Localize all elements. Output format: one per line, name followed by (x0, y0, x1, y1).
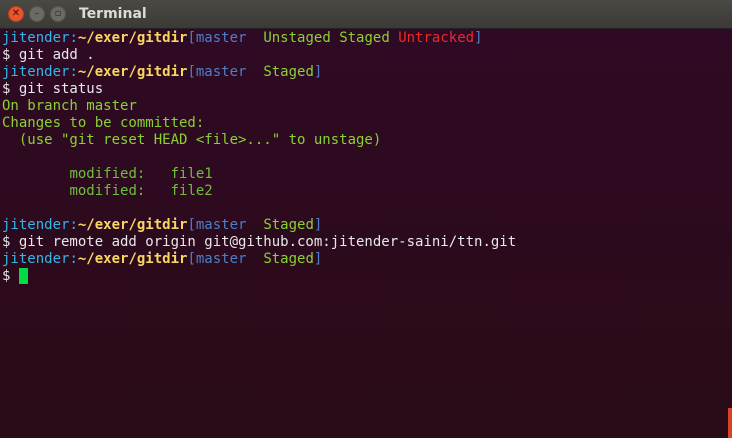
command-line: $ git add . (2, 47, 732, 64)
terminal-window: ✕ – ▫ Terminal jitender:~/exer/gitdir[ma… (0, 0, 732, 438)
prompt-line: jitender:~/exer/gitdir[master Staged] (2, 217, 732, 234)
output-line: Changes to be committed: (2, 115, 205, 131)
modified-line: modified: file1 (2, 166, 732, 183)
command-text: git status (18, 81, 104, 97)
prompt-user: jitender (2, 217, 70, 233)
prompt-user: jitender (2, 251, 70, 267)
git-branch: [master (187, 30, 264, 46)
dollar-sign: $ (2, 234, 19, 250)
prompt-sep: : (69, 217, 78, 233)
close-icon: ✕ (11, 8, 21, 19)
git-close: ] (474, 30, 483, 46)
command-text: git remote add origin git@github.com:jit… (18, 234, 517, 250)
modified-label: modified: (69, 183, 146, 199)
prompt-line: jitender:~/exer/gitdir[master Unstaged S… (2, 30, 732, 47)
maximize-icon: ▫ (54, 8, 62, 19)
git-staged: Staged (263, 251, 314, 267)
git-staged: Staged (263, 217, 314, 233)
prompt-line: jitender:~/exer/gitdir[master Staged] (2, 64, 732, 81)
dollar-sign: $ (2, 81, 19, 97)
scrollbar-indicator[interactable] (728, 408, 732, 438)
dollar-sign: $ (2, 268, 19, 284)
prompt-sep: : (69, 30, 78, 46)
git-unstaged: Unstaged (263, 30, 331, 46)
prompt-line: jitender:~/exer/gitdir[master Staged] (2, 251, 732, 268)
prompt-path: ~/exer/gitdir (77, 30, 188, 46)
git-staged: Staged (263, 64, 314, 80)
prompt-sep: : (69, 64, 78, 80)
modified-file: file2 (170, 183, 213, 199)
modified-file: file1 (170, 166, 213, 182)
maximize-button[interactable]: ▫ (50, 6, 66, 22)
git-branch: [master (187, 64, 264, 80)
prompt-path: ~/exer/gitdir (77, 217, 188, 233)
git-branch: [master (187, 217, 264, 233)
output-line: (use "git reset HEAD <file>..." to unsta… (2, 132, 382, 148)
window-title: Terminal (79, 6, 147, 22)
dollar-sign: $ (2, 47, 19, 63)
title-bar: ✕ – ▫ Terminal (0, 0, 732, 29)
prompt-path: ~/exer/gitdir (77, 251, 188, 267)
git-untracked: Untracked (398, 30, 475, 46)
git-branch: [master (187, 251, 264, 267)
active-prompt-line[interactable]: $ (2, 268, 732, 285)
output-line: On branch master (2, 98, 137, 114)
minimize-button[interactable]: – (29, 6, 45, 22)
prompt-path: ~/exer/gitdir (77, 64, 188, 80)
prompt-user: jitender (2, 30, 70, 46)
text-cursor (18, 268, 28, 284)
command-text: git add . (18, 47, 95, 63)
command-line: $ git status (2, 81, 732, 98)
close-button[interactable]: ✕ (8, 6, 24, 22)
git-close: ] (313, 64, 323, 80)
modified-label: modified: (69, 166, 146, 182)
git-staged: Staged (339, 30, 390, 46)
git-close: ] (313, 217, 323, 233)
minimize-icon: – (34, 8, 40, 19)
prompt-sep: : (69, 251, 78, 267)
terminal-output[interactable]: jitender:~/exer/gitdir[master Unstaged S… (0, 29, 732, 438)
command-line: $ git remote add origin git@github.com:j… (2, 234, 732, 251)
modified-line: modified: file2 (2, 183, 732, 200)
prompt-user: jitender (2, 64, 70, 80)
git-close: ] (313, 251, 323, 267)
